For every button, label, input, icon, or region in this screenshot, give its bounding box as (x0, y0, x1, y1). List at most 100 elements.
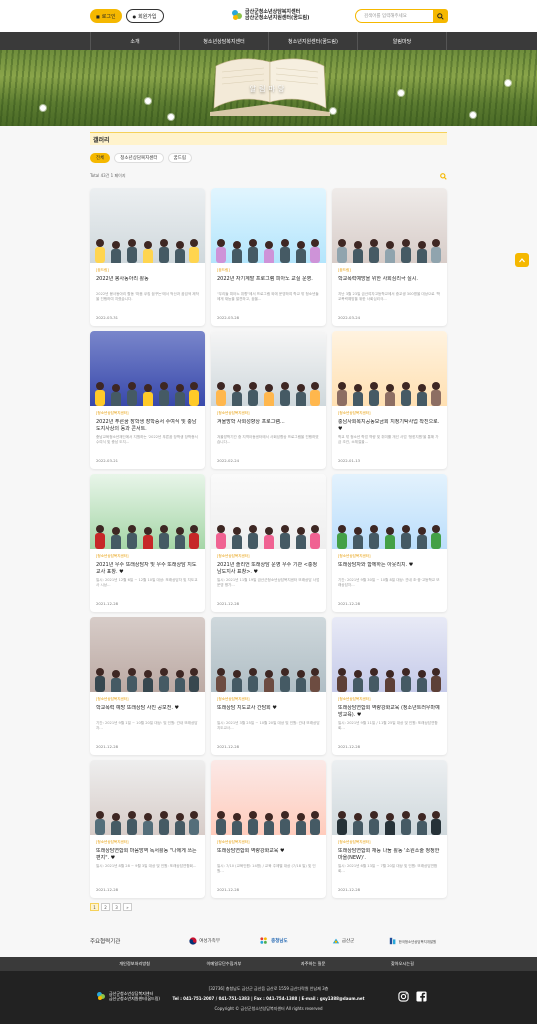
card-description: 기간: 2021년 9월 1일 ~ 10월 20일 대상: 및 인원: 관내 또… (96, 721, 198, 730)
card-title[interactable]: 2022년 봉사동아리 활동 (96, 276, 199, 290)
card-description: 일시: 2021년 8월 28 ~ 9월 3일 대상 및 인원: 또래상담연합회… (96, 864, 197, 868)
gallery-card[interactable]: [청소년상담복지센터] 또래상담 지도교사 간담회 ♥ 일시: 2021년 3월 2… (211, 617, 326, 755)
gallery-thumbnail[interactable] (332, 474, 447, 549)
join-label: 회원가입 (138, 13, 157, 20)
page-3[interactable]: 3 (112, 903, 121, 911)
card-category: [꿈드림] (96, 268, 109, 272)
filter-dreamdrim[interactable]: 꿈드림 (167, 153, 192, 163)
facebook-icon[interactable] (416, 991, 427, 1002)
search-button[interactable] (433, 9, 448, 23)
card-title[interactable]: 또래상담연합회 재능 나눔 활동 '소원소술 청정한 마을(NEW)'. (338, 848, 441, 862)
card-description: 2022년 봉사동아리 활동 '마음 쿠킹 꿈꾸는'에서 먹산과 꿈검색 제작을… (96, 292, 199, 301)
card-description: 일시: 2021년 6월 13일 ~ 7월 20일 대상 및 인원: 또래상담연… (338, 864, 438, 873)
card-title[interactable]: 겨울방학 사회성향상 프로그램... (217, 419, 320, 433)
card-title[interactable]: 2022년 푸른꿈 장학생 장학증서 수여식 및 충남 도지사상의 동과 콘서트… (96, 419, 199, 433)
card-category: [청소년상담복지센터] (217, 840, 250, 844)
gallery-card[interactable]: [청소년상담복지센터] 또래상담연합회 재능 나눔 활동 '소원소술 청정한 마을… (332, 760, 447, 898)
login-label: 로그인 (101, 13, 116, 20)
card-description: 일시: 2021년 11월 19일 금산군청소년상담복지센터 또래상담 사업 운… (217, 578, 320, 587)
card-title[interactable]: 또래상담연합회 마음방역 독서활동 "나에게 쓰는 편지". ♥ (96, 848, 199, 862)
gallery-card[interactable]: [꿈드림] 2022년 봉사동아리 활동 2022년 봉사동아리 활동 '마음 쿠킹… (90, 188, 205, 326)
gallery-thumbnail[interactable] (90, 474, 205, 549)
gallery-thumbnail[interactable] (211, 617, 326, 692)
card-title[interactable]: 또래상담자와 함께하는 아웃리치. ♥ (338, 562, 441, 576)
gallery-thumbnail[interactable] (90, 617, 205, 692)
filter-all[interactable]: 전체 (90, 153, 111, 163)
footer-info: [32736] 충청남도 금산군 금산읍 금산로 1559 금산다락원 안남제 … (0, 984, 537, 1014)
card-category: [청소년상담복지센터] (96, 411, 129, 415)
gallery-card[interactable]: [청소년상담복지센터] 2021년 솔리언 또래상담 운영 우수 기관 <충청남도… (211, 474, 326, 612)
login-button[interactable]: ■ 로그인 (90, 9, 122, 23)
gallery-thumbnail[interactable] (90, 188, 205, 263)
filter-counseling[interactable]: 청소년상담복지센터 (114, 153, 164, 163)
total-row: Total 43건 1 페이지 (90, 172, 447, 180)
gallery-card[interactable]: [청소년상담복지센터] 겨울방학 사회성향상 프로그램... 겨울방학기간 중 지역… (211, 331, 326, 469)
card-date: 2021-12-28 (96, 744, 119, 749)
partner-mogef[interactable]: 여성가족부 (170, 937, 239, 945)
card-description: 기간: 2021년 9월 30일 ~ 10월 8일 대상: 관내 초·중·고등학… (338, 578, 440, 587)
join-button[interactable]: ● 회원가입 (125, 9, 164, 23)
card-category: [청소년상담복지센터] (217, 697, 250, 701)
gallery-thumbnail[interactable] (90, 331, 205, 406)
nav-item-counseling-center[interactable]: 청소년상담복지센터 (180, 32, 269, 50)
gallery-card[interactable]: [꿈드림] 학교폭력예방을 위한 사회심리극 실시. 지난 3월 23일 금산여자고… (332, 188, 447, 326)
taegeuk-icon (189, 937, 197, 945)
gallery-thumbnail[interactable] (90, 760, 205, 835)
link-privacy[interactable]: 개인정보처리방침 (90, 957, 179, 971)
gallery-thumbnail[interactable] (332, 760, 447, 835)
partner-kyci[interactable]: 한국청소년상담복지개발원 (378, 937, 447, 945)
card-category: [청소년상담복지센터] (338, 840, 371, 844)
search-input[interactable]: 검색어를 입력해주세요 (355, 9, 433, 23)
card-description: 일시: 2021년 3월 25일 ~ 10월 20일 대상 및 인원: 관내 또… (217, 721, 320, 730)
lock-icon: ■ (96, 13, 100, 19)
gallery-thumbnail[interactable] (332, 617, 447, 692)
gallery-card[interactable]: [청소년상담복지센터] 또래상담자와 함께하는 아웃리치. ♥ 기간: 2021년 … (332, 474, 447, 612)
gallery-thumbnail[interactable] (332, 331, 447, 406)
card-title[interactable]: 또래상담연합회 역량강화교육 ♥ (217, 848, 320, 862)
next-page-button[interactable]: » (123, 903, 132, 911)
partner-geumsan[interactable]: 금산군 (309, 937, 378, 945)
geumsan-logo-icon (332, 938, 340, 944)
card-title[interactable]: 2021년 우수 또래상담자 및 우수 또래상담 지도교사 표창. ♥ (96, 562, 199, 576)
scroll-top-button[interactable] (515, 253, 529, 267)
card-category: [꿈드림] (217, 268, 230, 272)
gallery-card[interactable]: [청소년상담복지센터] 충남사회복지공동모금회 지정기탁사업 착진으로. ♥ 학교 … (332, 331, 447, 469)
card-title[interactable]: 또래상담 지도교사 간담회 ♥ (217, 705, 320, 719)
card-title[interactable]: 학교폭력 예방 또래상담 사진 공모전. ♥ (96, 705, 199, 719)
gallery-thumbnail[interactable] (332, 188, 447, 263)
card-description: 일시: 2021년 9월 11일 / 11월 25일 대상 및 인원: 또래상담… (338, 721, 438, 730)
gallery-thumbnail[interactable] (211, 331, 326, 406)
social-links (398, 991, 427, 1002)
instagram-icon[interactable] (398, 991, 409, 1002)
gallery-card[interactable]: [청소년상담복지센터] 2022년 푸른꿈 장학생 장학증서 수여식 및 충남 도… (90, 331, 205, 469)
nav-item-dreamdrim[interactable]: 청소년지원센터(꿈드림) (269, 32, 358, 50)
gallery-card[interactable]: [청소년상담복지센터] 또래상담연합회 마음방역 독서활동 "나에게 쓰는 편지"… (90, 760, 205, 898)
gallery-card[interactable]: [청소년상담복지센터] 학교폭력 예방 또래상담 사진 공모전. ♥ 기간: 202… (90, 617, 205, 755)
gallery-card[interactable]: [청소년상담복지센터] 또래상담연합회 역량강화교육 (청소년트러우마예방교육).… (332, 617, 447, 755)
gallery-thumbnail[interactable] (211, 760, 326, 835)
card-title[interactable]: 학교폭력예방을 위한 사회심리극 실시. (338, 276, 441, 290)
card-title[interactable]: 2022년 자기계발 프로그램 피아노 교실 운영. (217, 276, 320, 290)
nav-item-intro[interactable]: 소개 (90, 32, 180, 50)
link-directions[interactable]: 찾아오시는길 (358, 957, 447, 971)
card-title[interactable]: 또래상담연합회 역량강화교육 (청소년트러우마예방교육). ♥ (338, 705, 441, 719)
page-1[interactable]: 1 (90, 903, 99, 911)
card-title[interactable]: 충남사회복지공동모금회 지정기탁사업 착진으로. ♥ (338, 419, 441, 433)
link-faq[interactable]: 자주하는 질문 (269, 957, 358, 971)
card-date: 2021-12-28 (338, 887, 361, 892)
search-icon[interactable] (440, 172, 447, 180)
nav-item-notice[interactable]: 알림마당 (358, 32, 447, 50)
partner-chungnam[interactable]: 충청남도 (239, 937, 308, 945)
page-title: 갤러리 (90, 132, 447, 145)
card-title[interactable]: 2021년 솔리언 또래상담 운영 우수 기관 <충청남도지사 표창>. ♥ (217, 562, 320, 576)
link-email-refusal[interactable]: 이메일무단수집거부 (179, 957, 268, 971)
gallery-thumbnail[interactable] (211, 474, 326, 549)
footer: 금산군청소년상담복지센터 금산군청소년지원센터(꿈드림) [32736] 충청남… (0, 971, 537, 1024)
gallery-card[interactable]: [청소년상담복지센터] 2021년 우수 또래상담자 및 우수 또래상담 지도교사… (90, 474, 205, 612)
site-logo[interactable]: 금산군청소년상담복지센터 금산군청소년지원센터(꿈드림) (232, 9, 309, 21)
page-2[interactable]: 2 (101, 903, 110, 911)
gallery-card[interactable]: [청소년상담복지센터] 또래상담연합회 역량강화교육 ♥ 일시: 7/10 (교육인… (211, 760, 326, 898)
card-description: 학교 밖 청소년 학업 역량 및 취미를 개선 사업 '청힌지원'을 통해 가금… (338, 435, 439, 444)
gallery-card[interactable]: [꿈드림] 2022년 자기계발 프로그램 피아노 교실 운영. "우리들 피아노 … (211, 188, 326, 326)
gallery-thumbnail[interactable] (211, 188, 326, 263)
